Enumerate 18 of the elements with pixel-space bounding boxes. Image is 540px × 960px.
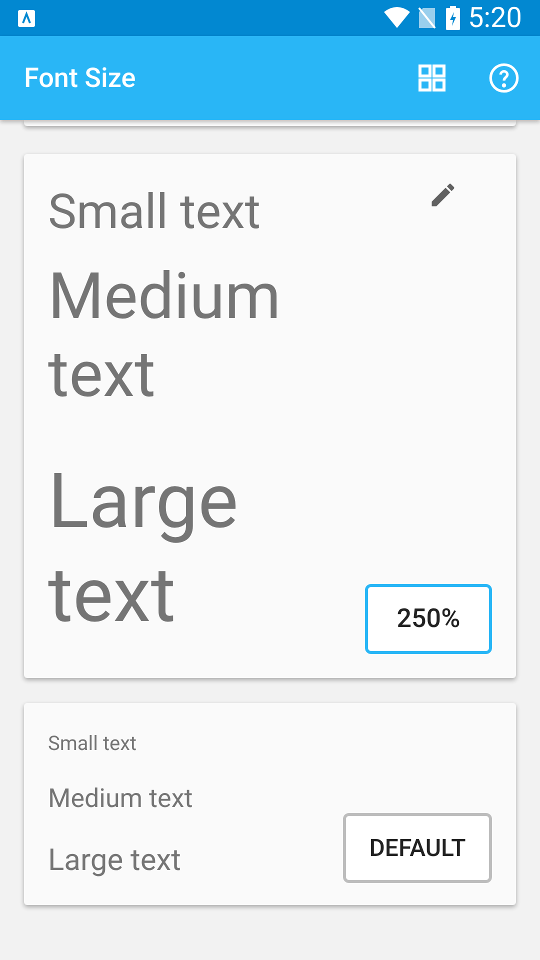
- no-sim-icon: [418, 7, 436, 29]
- clock: 5:20: [468, 0, 522, 36]
- sample-text: Large text: [48, 455, 240, 642]
- wifi-icon: [384, 7, 410, 29]
- sample-text: Small text: [48, 730, 137, 757]
- size-button[interactable]: 250%: [365, 584, 492, 654]
- sample-text: Large text: [48, 843, 181, 879]
- notification-icon: [18, 10, 35, 26]
- sample-text: Small text: [48, 184, 261, 240]
- preview-card[interactable]: Small text Medium text Large text 250%: [24, 154, 516, 678]
- size-button[interactable]: DEFAULT: [343, 813, 492, 883]
- grid-icon[interactable]: [418, 64, 446, 92]
- sample-text: Medium text: [48, 783, 193, 815]
- app-title: Font Size: [24, 60, 137, 96]
- help-icon[interactable]: [488, 62, 520, 94]
- battery-icon: [446, 6, 460, 30]
- sample-text: Medium text: [48, 258, 282, 414]
- preview-card[interactable]: Small text Medium text Large text DEFAULT: [24, 703, 516, 905]
